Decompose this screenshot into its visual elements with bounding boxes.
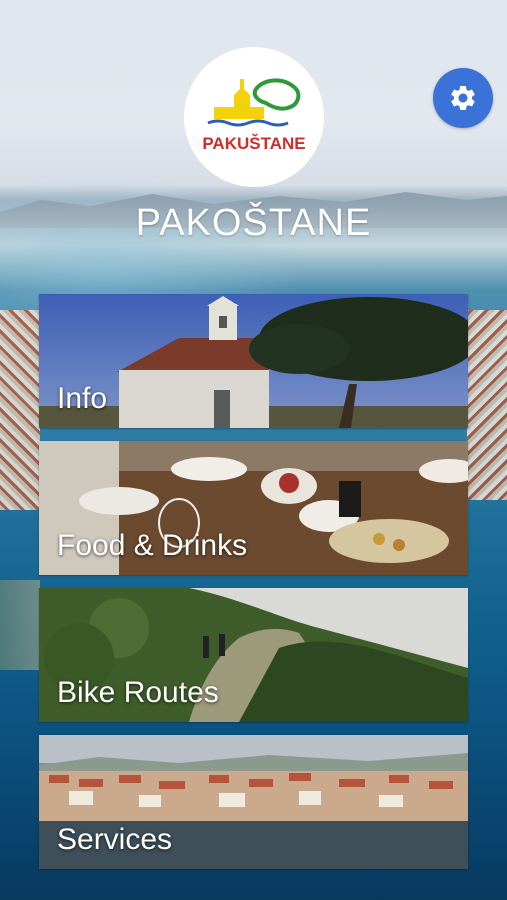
background-coast bbox=[0, 580, 40, 670]
menu-item-label: Services bbox=[57, 823, 173, 856]
background-town-right bbox=[467, 310, 507, 500]
menu-item-info[interactable]: Info bbox=[39, 294, 468, 428]
menu-item-services[interactable]: Services bbox=[39, 735, 468, 869]
home-screen: PAKUŠTANE PAKOŠTANE Info Food & Drinks B… bbox=[0, 0, 507, 900]
menu-item-bike-routes[interactable]: Bike Routes bbox=[39, 588, 468, 722]
menu-item-food-drinks[interactable]: Food & Drinks bbox=[39, 441, 468, 575]
svg-text:PAKUŠTANE: PAKUŠTANE bbox=[202, 134, 305, 153]
menu-item-label: Info bbox=[57, 382, 108, 415]
gear-icon bbox=[451, 86, 475, 110]
pakostane-logo-icon: PAKUŠTANE bbox=[202, 78, 306, 153]
settings-button[interactable] bbox=[433, 68, 493, 128]
app-title: PAKOŠTANE bbox=[135, 202, 372, 244]
app-logo: PAKUŠTANE bbox=[184, 47, 324, 187]
menu-item-label: Bike Routes bbox=[57, 676, 219, 709]
menu-item-label: Food & Drinks bbox=[57, 529, 248, 562]
background-town-left bbox=[0, 310, 40, 510]
